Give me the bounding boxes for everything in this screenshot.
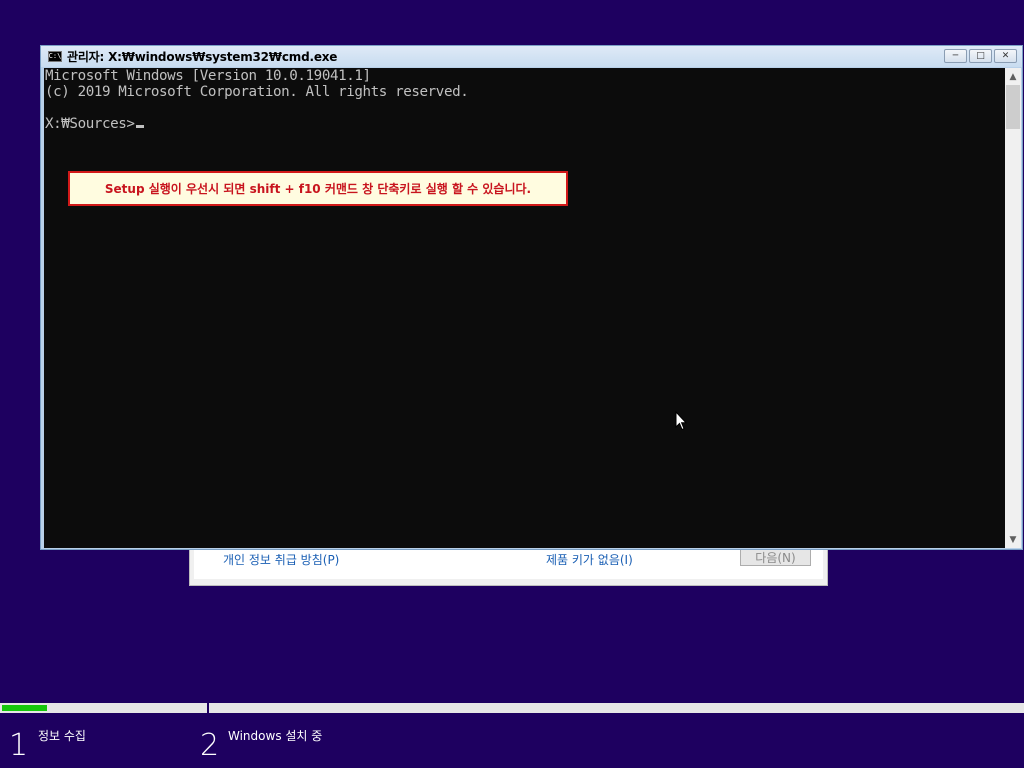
close-button[interactable]: ✕: [994, 49, 1017, 63]
console-output[interactable]: Microsoft Windows [Version 10.0.19041.1]…: [44, 68, 1005, 548]
mouse-pointer-icon: [675, 411, 687, 431]
scroll-thumb[interactable]: [1006, 85, 1020, 129]
progress-fill: [2, 705, 47, 711]
vertical-scrollbar[interactable]: ▲ ▼: [1005, 68, 1021, 548]
setup-progress-bar: [0, 703, 1024, 713]
console-line: (c) 2019 Microsoft Corporation. All righ…: [45, 84, 469, 100]
scroll-down-icon[interactable]: ▼: [1005, 531, 1021, 548]
text-cursor: [135, 125, 144, 128]
cmd-icon[interactable]: C:\: [48, 51, 62, 62]
next-button[interactable]: 다음(N): [740, 548, 811, 566]
cmd-window-title: 관리자: X:₩windows₩system32₩cmd.exe: [67, 50, 338, 64]
window-controls: ─ □ ✕: [944, 49, 1017, 63]
console-prompt-line: X:₩Sources>: [45, 116, 144, 132]
scroll-up-icon[interactable]: ▲: [1005, 68, 1021, 85]
annotation-callout: Setup 실행이 우선시 되면 shift + f10 커맨드 창 단축키로 …: [68, 171, 568, 206]
maximize-button[interactable]: □: [969, 49, 992, 63]
step-number: 2: [200, 728, 220, 763]
maximize-icon: □: [976, 51, 985, 61]
console-prompt: X:₩Sources>: [45, 116, 135, 132]
console-line: Microsoft Windows [Version 10.0.19041.1]: [45, 68, 371, 84]
minimize-button[interactable]: ─: [944, 49, 967, 63]
step-number: 1: [9, 728, 29, 763]
cmd-titlebar[interactable]: C:\ 관리자: X:₩windows₩system32₩cmd.exe ─ □…: [41, 46, 1022, 67]
privacy-policy-link[interactable]: 개인 정보 취급 방침(P): [223, 551, 339, 568]
cmd-window: C:\ 관리자: X:₩windows₩system32₩cmd.exe ─ □…: [40, 45, 1023, 550]
progress-divider: [207, 703, 209, 713]
minimize-icon: ─: [952, 51, 959, 61]
annotation-text: Setup 실행이 우선시 되면 shift + f10 커맨드 창 단축키로 …: [104, 182, 532, 196]
step-label: Windows 설치 중: [228, 729, 323, 743]
step-label: 정보 수집: [38, 729, 86, 743]
no-product-key-link[interactable]: 제품 키가 없음(I): [546, 551, 633, 568]
close-icon: ✕: [1001, 51, 1010, 61]
